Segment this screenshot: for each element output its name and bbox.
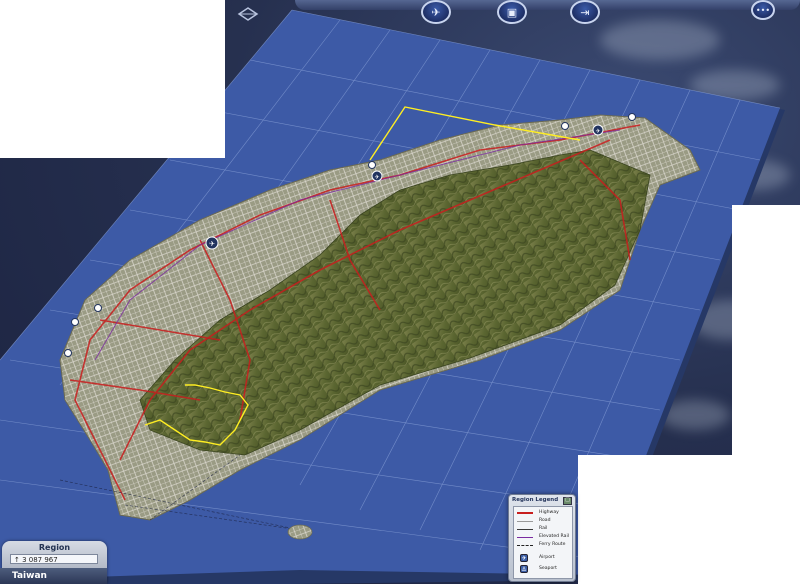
elevated-rail-swatch: [517, 537, 533, 538]
road-swatch: [517, 521, 533, 522]
region-view-button[interactable]: ✈: [421, 0, 451, 24]
legend-label: Rail: [539, 526, 548, 531]
legend-item-rail: Rail: [517, 526, 571, 532]
airport-icon: ✈: [520, 554, 528, 562]
seaport-icon: ⚓: [520, 565, 528, 573]
airport-icon[interactable]: ✈: [592, 124, 604, 136]
unrendered-area-right: [732, 205, 800, 455]
top-toolbar: ✈ ▣ ⇥ •••: [295, 0, 800, 28]
exit-region-button[interactable]: ⇥: [570, 0, 600, 24]
unrendered-area-bottom-right: [578, 455, 800, 584]
legend-close-button[interactable]: □: [563, 497, 572, 505]
seaport-icon[interactable]: [368, 161, 376, 169]
seaport-icon[interactable]: [71, 318, 79, 326]
seaport-icon[interactable]: [628, 113, 636, 121]
svg-text:✈: ✈: [374, 174, 379, 181]
region-legend: Region Legend □ Highway Road Rail Elevat…: [508, 494, 576, 582]
region-panel-title: Region: [38, 543, 71, 552]
legend-list: Highway Road Rail Elevated Rail Ferry Ro…: [513, 506, 573, 579]
svg-text:✈: ✈: [209, 240, 215, 248]
legend-item-ferry-route: Ferry Route: [517, 542, 571, 548]
legend-label: Airport: [539, 555, 555, 560]
legend-item-elevated-rail: Elevated Rail: [517, 534, 571, 540]
region-name: Taiwan: [12, 571, 47, 581]
ferry-route-swatch: [517, 545, 533, 546]
legend-item-seaport: ⚓ Seaport: [517, 565, 571, 573]
seaport-icon[interactable]: [94, 304, 102, 312]
svg-text:✈: ✈: [595, 128, 600, 135]
legend-label: Ferry Route: [539, 542, 566, 547]
small-island[interactable]: [287, 524, 313, 540]
exit-region-icon: ⇥: [580, 5, 590, 19]
seaport-icon[interactable]: [64, 349, 72, 357]
legend-label: Highway: [539, 510, 559, 515]
legend-label: Seaport: [539, 566, 557, 571]
legend-label: Elevated Rail: [539, 534, 570, 539]
city-tools-icon: ▣: [506, 5, 518, 19]
airport-icon[interactable]: ✈: [205, 236, 219, 250]
compass-rotate-icon[interactable]: [236, 6, 260, 22]
city-tools-button[interactable]: ▣: [497, 0, 527, 24]
legend-label: Road: [539, 518, 551, 523]
legend-item-airport: ✈ Airport: [517, 554, 571, 562]
more-options-button[interactable]: •••: [751, 0, 775, 20]
region-view-icon: ✈: [431, 5, 441, 19]
more-options-icon: •••: [755, 5, 771, 15]
toolbar-bar: [295, 0, 800, 10]
region-population: ↑ 3 087 967: [10, 554, 98, 564]
legend-item-highway: Highway: [517, 510, 571, 516]
legend-item-road: Road: [517, 518, 571, 524]
legend-title: Region Legend: [512, 497, 559, 503]
rail-swatch: [517, 529, 533, 530]
airport-icon[interactable]: ✈: [371, 170, 383, 182]
seaport-icon[interactable]: [561, 122, 569, 130]
highway-swatch: [517, 512, 533, 514]
unrendered-area-top-left: [0, 0, 225, 158]
